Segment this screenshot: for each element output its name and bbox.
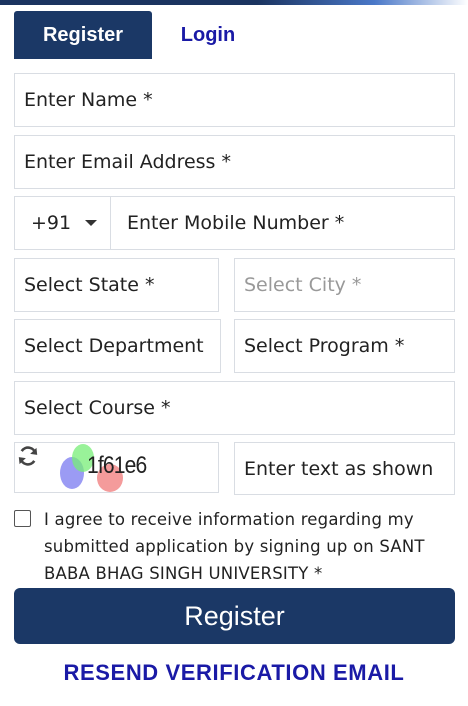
captcha-input-placeholder: Enter text as shown	[244, 457, 434, 480]
refresh-icon[interactable]	[15, 443, 41, 469]
captcha-box: 1f61e6	[14, 442, 219, 493]
consent-checkbox[interactable]	[14, 510, 31, 527]
email-placeholder: Enter Email Address *	[24, 151, 231, 173]
captcha-input[interactable]: Enter text as shown	[234, 442, 455, 495]
resend-label: RESEND VERIFICATION EMAIL	[63, 660, 405, 685]
resend-verification-link[interactable]: RESEND VERIFICATION EMAIL	[0, 660, 468, 686]
register-button[interactable]: Register	[14, 588, 455, 644]
course-placeholder: Select Course *	[24, 397, 171, 419]
course-select[interactable]: Select Course *	[14, 381, 455, 435]
country-code-value: +91	[31, 212, 72, 234]
state-select[interactable]: Select State *	[14, 258, 219, 312]
consent-text: I agree to receive information regarding…	[44, 510, 425, 583]
program-placeholder: Select Program *	[244, 335, 405, 357]
tab-register-label: Register	[42, 23, 124, 46]
chevron-down-icon	[85, 220, 98, 226]
state-placeholder: Select State *	[24, 274, 155, 296]
email-input[interactable]: Enter Email Address *	[14, 135, 455, 189]
register-button-label: Register	[184, 600, 285, 631]
captcha-text: 1f61e6	[87, 452, 147, 479]
city-select[interactable]: Select City *	[234, 258, 455, 312]
name-placeholder: Enter Name *	[24, 89, 153, 111]
department-placeholder: Select Department	[24, 335, 204, 357]
tab-login-label: Login	[180, 23, 236, 46]
name-input[interactable]: Enter Name *	[14, 73, 455, 127]
country-code-select[interactable]: +91	[14, 196, 111, 250]
tab-register[interactable]: Register	[14, 11, 152, 59]
department-select[interactable]: Select Department	[14, 319, 221, 373]
mobile-placeholder: Enter Mobile Number *	[127, 212, 345, 234]
tab-login[interactable]: Login	[158, 11, 258, 59]
consent-block: I agree to receive information regarding…	[14, 506, 458, 583]
top-accent-bar	[0, 0, 468, 5]
city-placeholder: Select City *	[244, 274, 362, 296]
program-select[interactable]: Select Program *	[234, 319, 455, 373]
mobile-input[interactable]: Enter Mobile Number *	[110, 196, 455, 250]
